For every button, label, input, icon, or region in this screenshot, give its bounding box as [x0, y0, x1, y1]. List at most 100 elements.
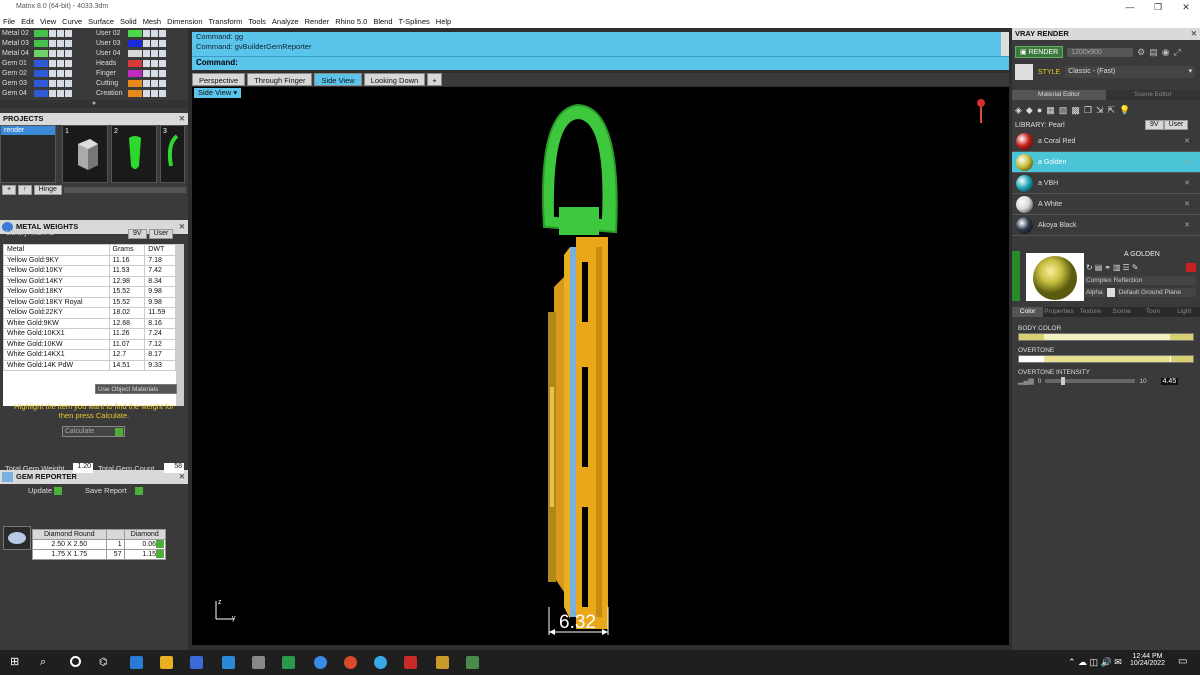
add-project-button[interactable]: + — [2, 185, 17, 195]
layer-visibility-icon[interactable] — [151, 29, 158, 37]
tab-color[interactable]: Color — [1012, 307, 1044, 317]
layer-visibility-icon[interactable] — [151, 89, 158, 97]
material-preview-sphere[interactable] — [1026, 253, 1084, 301]
diamond-thumbnail[interactable] — [3, 526, 31, 550]
remove-material-icon[interactable]: ✕ — [1184, 137, 1190, 145]
close-button[interactable]: ✕ — [1172, 0, 1200, 14]
layer-select-icon[interactable] — [159, 59, 166, 67]
layer-select-icon[interactable] — [65, 59, 72, 67]
table-row[interactable]: White Gold:10KX1 11.26 7.24 — [3, 328, 176, 340]
layer-color-swatch[interactable] — [34, 59, 48, 67]
refresh-icon[interactable]: ↻ — [1086, 263, 1093, 272]
layer-select-icon[interactable] — [159, 29, 166, 37]
layer-lock-icon[interactable] — [143, 69, 150, 77]
export-icon[interactable]: ⇱ — [1107, 105, 1115, 116]
layer-row[interactable]: Gem 02 — [0, 68, 94, 78]
tab-perspective[interactable]: Perspective — [192, 73, 246, 86]
layer-lock-icon[interactable] — [49, 89, 56, 97]
gem-row-button[interactable] — [156, 550, 164, 558]
layer-select-icon[interactable] — [159, 69, 166, 77]
layer-lock-icon[interactable] — [143, 59, 150, 67]
mail-icon[interactable] — [222, 656, 235, 669]
list-icon[interactable]: ☰ — [1123, 263, 1130, 272]
update-button[interactable]: Update — [28, 486, 63, 496]
layer-row[interactable]: User 02 — [94, 28, 188, 38]
layer-lock-icon[interactable] — [49, 29, 56, 37]
close-icon[interactable]: ✕ — [179, 113, 185, 125]
layer-row[interactable]: Metal 04 — [0, 48, 94, 58]
projects-item[interactable]: render — [1, 126, 55, 135]
minimize-button[interactable]: — — [1116, 0, 1144, 14]
browser-icon[interactable] — [374, 656, 387, 669]
store-icon[interactable] — [190, 656, 203, 669]
copy-icon[interactable]: ❐ — [1084, 105, 1092, 116]
system-tray-icons[interactable]: ⌃ ☁ ◫ 🔊 ✉ — [1068, 657, 1122, 668]
sphere-icon[interactable]: ● — [1037, 105, 1042, 115]
layer-color-swatch[interactable] — [34, 49, 48, 57]
remove-material-icon[interactable]: ✕ — [1184, 221, 1190, 229]
layer-color-swatch[interactable] — [128, 49, 142, 57]
preview-toggle[interactable] — [1012, 251, 1020, 301]
layer-visibility-icon[interactable] — [151, 69, 158, 77]
tab-texture[interactable]: Texture — [1075, 307, 1106, 317]
menu-analyze[interactable]: Analyze — [272, 17, 299, 26]
pendant-model[interactable] — [192, 87, 1009, 645]
table-row[interactable]: Yellow Gold:9KY 11.16 7.18 — [3, 254, 176, 266]
layer-lock-icon[interactable] — [143, 29, 150, 37]
layer-visibility-icon[interactable] — [57, 89, 64, 97]
projects-scrollbar[interactable] — [63, 187, 186, 193]
layer-visibility-icon[interactable] — [57, 59, 64, 67]
remove-material-icon[interactable]: ✕ — [1184, 200, 1190, 208]
layer-lock-icon[interactable] — [49, 39, 56, 47]
maximize-button[interactable]: ❐ — [1144, 0, 1172, 14]
layer-row[interactable]: Metal 03 — [0, 38, 94, 48]
menu-dimension[interactable]: Dimension — [167, 17, 202, 26]
hinge-button[interactable]: Hinge — [33, 185, 62, 195]
tab-side-view[interactable]: Side View — [314, 73, 362, 86]
layer-select-icon[interactable] — [65, 39, 72, 47]
viewport[interactable]: Side View ▾ 6.32 z y — [192, 87, 1009, 645]
layer-lock-icon[interactable] — [49, 59, 56, 67]
light-icon[interactable] — [976, 97, 986, 123]
menu-blend[interactable]: Blend — [373, 17, 392, 26]
layer-lock-icon[interactable] — [49, 79, 56, 87]
menu-file[interactable]: File — [3, 17, 15, 26]
table-row[interactable]: Yellow Gold:18KY 15.52 9.98 — [3, 286, 176, 298]
paint-icon[interactable]: ✎ — [1132, 263, 1139, 272]
layer-select-icon[interactable] — [65, 79, 72, 87]
drop-icon[interactable]: ◈ — [1015, 105, 1022, 116]
library-user-button[interactable]: User — [148, 229, 174, 239]
layer-visibility-icon[interactable] — [151, 79, 158, 87]
file-explorer-icon[interactable] — [160, 656, 173, 669]
layer-row[interactable]: Gem 03 — [0, 78, 94, 88]
material-item[interactable]: a Golden ✕ — [1012, 152, 1200, 173]
menu-view[interactable]: View — [40, 17, 56, 26]
notifications-icon[interactable]: ▭ — [1178, 656, 1187, 667]
body-color-slider[interactable] — [1018, 333, 1194, 341]
layer-select-icon[interactable] — [65, 49, 72, 57]
menu-tsplines[interactable]: T-Splines — [399, 17, 430, 26]
project-thumb-2[interactable]: 2 — [111, 125, 157, 183]
overtone-slider[interactable] — [1018, 355, 1194, 363]
style-dropdown[interactable]: Classic - (Fast) ▾ — [1065, 66, 1196, 78]
vray-library-9v-button[interactable]: 9V — [1145, 120, 1164, 130]
layer-visibility-icon[interactable] — [57, 69, 64, 77]
up-button[interactable]: ↑ — [18, 185, 32, 195]
zoom-icon[interactable] — [314, 656, 327, 669]
bulb-icon[interactable]: 💡 — [1119, 105, 1130, 116]
layer-lock-icon[interactable] — [143, 49, 150, 57]
material-item[interactable]: Akoya Black ✕ — [1012, 215, 1200, 236]
layer-select-icon[interactable] — [65, 69, 72, 77]
import-icon[interactable]: ⇲ — [1096, 105, 1104, 116]
layer-color-swatch[interactable] — [128, 79, 142, 87]
grid-icon[interactable]: ▩ — [1071, 105, 1080, 116]
menu-tools[interactable]: Tools — [248, 17, 266, 26]
rhino-icon[interactable] — [466, 656, 479, 669]
layer-select-icon[interactable] — [159, 79, 166, 87]
alpha-value[interactable] — [1106, 288, 1115, 297]
resolution-field[interactable]: 1200x900 — [1067, 47, 1134, 57]
tab-light[interactable]: Light — [1169, 307, 1200, 317]
layer-visibility-icon[interactable] — [151, 59, 158, 67]
tab-scene-editor[interactable]: Scene Editor — [1106, 90, 1200, 100]
menu-rhino[interactable]: Rhino 5.0 — [335, 17, 367, 26]
